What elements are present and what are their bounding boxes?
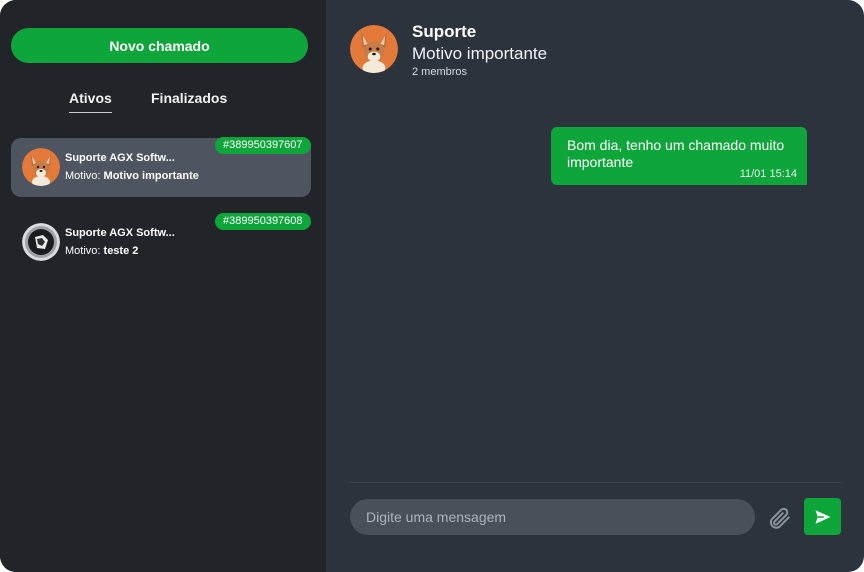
sidebar: Novo chamado Ativos Finalizados Suporte …	[0, 0, 326, 572]
ticket-name: Suporte AGX Softw...	[65, 227, 175, 239]
paperclip-icon[interactable]	[766, 505, 792, 531]
message-bubble-outgoing: Bom dia, tenho um chamado muito importan…	[551, 127, 807, 185]
tab-ativos[interactable]: Ativos	[69, 90, 112, 113]
message-timestamp: 11/01 15:14	[739, 168, 797, 180]
message-input[interactable]	[350, 499, 755, 535]
chat-subtitle: Motivo importante	[412, 44, 548, 63]
shield-logo-avatar	[22, 223, 60, 261]
ticket-motive-label: Motivo:	[65, 245, 101, 257]
ticket-motive-value: teste 2	[103, 245, 139, 257]
tab-finalizados[interactable]: Finalizados	[151, 90, 227, 106]
message-text: Bom dia, tenho um chamado muito importan…	[567, 137, 785, 170]
send-button[interactable]	[804, 498, 841, 535]
chat-title: Suporte	[412, 22, 477, 41]
ticket-motive-value: Motivo importante	[103, 170, 199, 182]
ticket-name: Suporte AGX Softw...	[65, 152, 175, 164]
dog-avatar	[22, 148, 60, 186]
ticket-id-badge: #389950397608	[215, 213, 311, 230]
ticket-motive: Motivo: teste 2	[65, 245, 138, 257]
app-window: Novo chamado Ativos Finalizados Suporte …	[0, 0, 864, 572]
chat-avatar	[350, 25, 398, 73]
ticket-id-badge: #389950397607	[215, 137, 311, 154]
composer-divider	[350, 482, 841, 483]
ticket-motive-label: Motivo:	[65, 170, 101, 182]
send-icon	[815, 509, 830, 524]
ticket-motive: Motivo: Motivo importante	[65, 170, 199, 182]
new-ticket-button[interactable]: Novo chamado	[11, 28, 308, 63]
chat-members-count: 2 membros	[412, 66, 468, 78]
